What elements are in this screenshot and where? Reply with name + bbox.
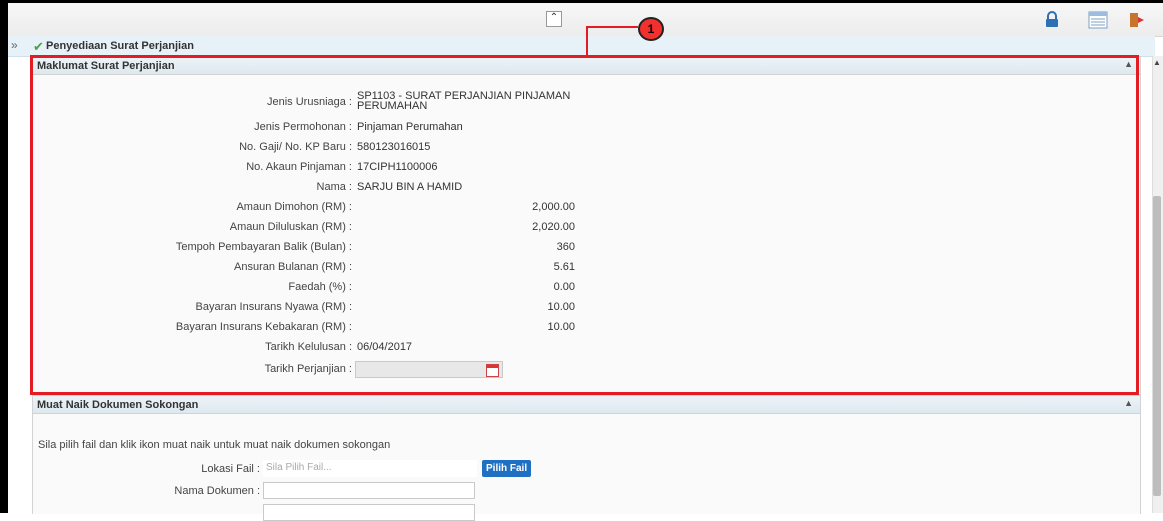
field-label: No. Gaji/ No. KP Baru :: [239, 141, 352, 153]
field-value: 5.61: [553, 261, 575, 273]
choose-file-button[interactable]: Pilih Fail: [482, 460, 532, 477]
file-location-input[interactable]: Sila Pilih Fail...: [263, 460, 477, 477]
field-label: Faedah (%) :: [288, 281, 352, 293]
agreement-info-title: Maklumat Surat Perjanjian: [37, 60, 175, 72]
callout-connector: [586, 26, 588, 56]
callout-badge: 1: [638, 17, 664, 41]
document-name-label: Nama Dokumen :: [174, 485, 260, 497]
field-row-no-akaun: No. Akaun Pinjaman : 17CIPH1100006: [33, 161, 633, 177]
window-left-border: [0, 0, 8, 513]
field-label: Tarikh Kelulusan :: [265, 341, 352, 353]
field-label: Jenis Permohonan :: [254, 121, 352, 133]
field-value: 360: [556, 241, 575, 253]
grid-view-icon[interactable]: [1088, 11, 1108, 29]
field-row-insurans-nyawa: Bayaran Insurans Nyawa (RM) : 10.00: [33, 301, 633, 317]
collapse-up-button[interactable]: ⌃: [546, 11, 562, 27]
field-label: Amaun Diluluskan (RM) :: [229, 221, 352, 233]
field-label: Tempoh Pembayaran Balik (Bulan) :: [175, 241, 352, 253]
field-row-tempoh: Tempoh Pembayaran Balik (Bulan) : 360: [33, 241, 633, 257]
agreement-info-header[interactable]: Maklumat Surat Perjanjian ▲: [33, 57, 1140, 75]
field-value: SARJU BIN A HAMID: [357, 181, 463, 193]
field-value: 06/04/2017: [357, 341, 413, 353]
page-title: Penyediaan Surat Perjanjian: [46, 40, 194, 52]
field-row-ansuran: Ansuran Bulanan (RM) : 5.61: [33, 261, 633, 277]
field-row-amaun-dimohon: Amaun Dimohon (RM) : 2,000.00: [33, 201, 633, 217]
calendar-icon[interactable]: [486, 364, 499, 377]
app-window: ⌃ » ✔ Penyediaan Surat Perjanjian Maklum…: [0, 0, 1163, 521]
field-row-tarikh-perjanjian: Tarikh Perjanjian :: [33, 361, 633, 381]
scroll-up-arrow-icon[interactable]: ▲: [1153, 58, 1161, 67]
field-row-jenis-permohonan: Jenis Permohonan : Pinjaman Perumahan: [33, 121, 633, 137]
field-value: 580123016015: [357, 141, 431, 153]
checkmark-icon: ✔: [33, 39, 44, 54]
expand-sidebar-icon[interactable]: »: [11, 38, 18, 52]
field-label: Bayaran Insurans Nyawa (RM) :: [195, 301, 353, 313]
collapse-arrow-icon[interactable]: ▲: [1124, 398, 1133, 408]
field-row-jenis-urusniaga: Jenis Urusniaga : SP1103 - SURAT PERJANJ…: [33, 90, 633, 116]
field-value: 10.00: [547, 301, 575, 313]
field-value: PERUMAHAN: [357, 100, 428, 112]
field-label: Jenis Urusniaga :: [267, 96, 352, 108]
upload-hint: Sila pilih fail dan klik ikon muat naik …: [38, 439, 391, 451]
field-value: Pinjaman Perumahan: [357, 121, 463, 133]
field-label: Tarikh Perjanjian :: [264, 363, 352, 375]
exit-icon[interactable]: [1128, 11, 1148, 29]
field-value: 2,000.00: [532, 201, 575, 213]
agreement-date-input[interactable]: [355, 361, 503, 378]
breadcrumb: » ✔ Penyediaan Surat Perjanjian: [8, 36, 1155, 57]
file-location-placeholder: Sila Pilih Fail...: [266, 462, 332, 473]
document-name-input[interactable]: [263, 482, 475, 499]
field-row-tarikh-kelulusan: Tarikh Kelulusan : 06/04/2017: [33, 341, 633, 357]
scrollbar-thumb[interactable]: [1153, 196, 1161, 496]
field-row-insurans-kebakaran: Bayaran Insurans Kebakaran (RM) : 10.00: [33, 321, 633, 337]
agreement-info-panel: Maklumat Surat Perjanjian ▲ Jenis Urusni…: [32, 56, 1141, 395]
field-value: 0.00: [553, 281, 575, 293]
field-label: Bayaran Insurans Kebakaran (RM) :: [175, 321, 352, 333]
upload-docs-header[interactable]: Muat Naik Dokumen Sokongan ▲: [33, 396, 1140, 414]
field-value: 10.00: [547, 321, 575, 333]
field-row-nama: Nama : SARJU BIN A HAMID: [33, 181, 633, 197]
collapse-arrow-icon[interactable]: ▲: [1124, 59, 1133, 69]
field-row-amaun-diluluskan: Amaun Diluluskan (RM) : 2,020.00: [33, 221, 633, 237]
upload-docs-title: Muat Naik Dokumen Sokongan: [37, 399, 199, 411]
field-value: 2,020.00: [532, 221, 575, 233]
field-label: No. Akaun Pinjaman :: [246, 161, 352, 173]
file-location-label: Lokasi Fail :: [201, 463, 260, 475]
upload-docs-panel: Muat Naik Dokumen Sokongan ▲ Sila pilih …: [32, 395, 1141, 521]
field-label: Nama :: [316, 181, 352, 193]
field-row-no-gaji: No. Gaji/ No. KP Baru : 580123016015: [33, 141, 633, 157]
field-row-faedah: Faedah (%) : 0.00: [33, 281, 633, 297]
field-label: Ansuran Bulanan (RM) :: [234, 261, 352, 273]
callout-connector: [586, 26, 638, 28]
lock-icon[interactable]: [1043, 11, 1063, 29]
field-label: Amaun Dimohon (RM) :: [236, 201, 352, 213]
field-value: 17CIPH1100006: [357, 161, 438, 173]
